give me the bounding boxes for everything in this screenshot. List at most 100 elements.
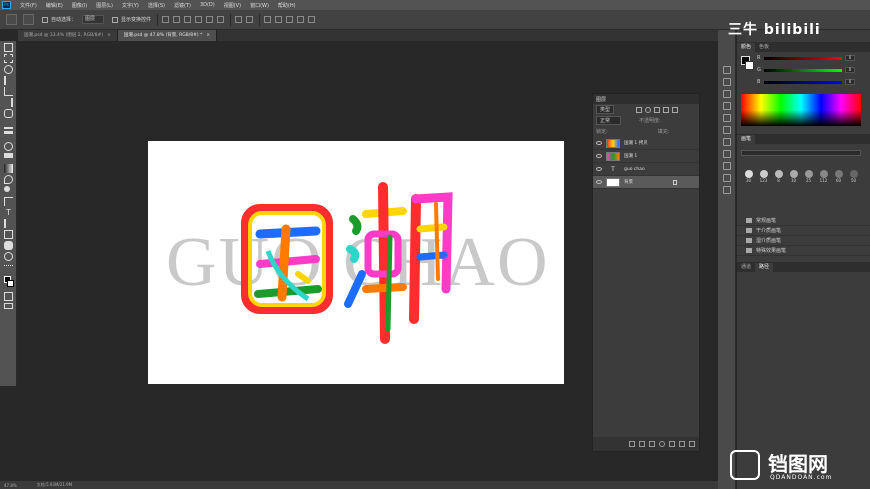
filter-type-dropdown[interactable]: 类型 [596, 105, 615, 114]
layer-row[interactable]: T guo chao [593, 163, 699, 176]
eye-icon[interactable] [596, 167, 602, 171]
brush-preset[interactable]: 30 [741, 170, 756, 190]
b-slider[interactable] [764, 81, 842, 84]
filter-smart-icon[interactable] [672, 106, 679, 113]
move-tool-icon[interactable] [4, 43, 13, 52]
tool-presets-icon[interactable] [723, 174, 731, 182]
color-spectrum[interactable] [741, 94, 861, 126]
r-slider[interactable] [764, 57, 842, 60]
menu-edit[interactable]: 编辑(E) [46, 2, 63, 9]
close-icon[interactable]: × [206, 33, 210, 38]
show-transform-checkbox[interactable] [112, 16, 119, 23]
tab-document-2[interactable]: 国潮.psd @ 47.8% (背景, RGB/8#) * × [117, 30, 218, 41]
hand-tool-icon[interactable] [4, 241, 13, 250]
shape-tool-icon[interactable] [4, 230, 13, 239]
fx-icon[interactable] [639, 441, 645, 447]
3d-slide-icon[interactable] [297, 16, 305, 23]
align-left-icon[interactable] [162, 16, 170, 23]
brush-folder[interactable]: 干介质画笔 [737, 226, 870, 236]
crop-tool-icon[interactable] [4, 87, 13, 96]
tab-brushes[interactable]: 画笔 [737, 135, 756, 144]
align-bottom-icon[interactable] [217, 16, 225, 23]
group-folder-icon[interactable] [669, 441, 675, 447]
brush-folder[interactable]: 特殊效果画笔 [737, 246, 870, 256]
align-center-icon[interactable] [173, 16, 181, 23]
eye-icon[interactable] [596, 154, 602, 158]
filter-type-icon[interactable] [654, 106, 661, 113]
menu-layer[interactable]: 图层(L) [96, 2, 113, 9]
eye-icon[interactable] [596, 180, 602, 184]
healing-brush-icon[interactable] [4, 109, 13, 118]
lasso-tool-icon[interactable] [4, 65, 13, 74]
eye-icon[interactable] [596, 141, 602, 145]
align-middle-icon[interactable] [206, 16, 214, 23]
tab-document-1[interactable]: 国潮.psd @ 33.4% (图层 2, RGB/8#) × [18, 30, 118, 41]
filter-shape-icon[interactable] [663, 106, 670, 113]
eraser-icon[interactable] [4, 153, 13, 162]
brush-folder[interactable]: 湿介质画笔 [737, 236, 870, 246]
clone-stamp-icon[interactable] [4, 131, 13, 140]
3d-roll-icon[interactable] [275, 16, 283, 23]
trash-icon[interactable] [689, 441, 695, 447]
move-tool-icon[interactable] [23, 14, 34, 25]
menu-3d[interactable]: 3D(D) [200, 2, 215, 8]
menu-view[interactable]: 视图(V) [224, 2, 241, 9]
document-canvas[interactable]: GUO CHAO [148, 141, 564, 384]
layer-row[interactable]: 国潮 1 拷贝 [593, 137, 699, 150]
menu-window[interactable]: 窗口(W) [250, 2, 269, 9]
gradient-icon[interactable] [4, 164, 13, 173]
blend-mode-dropdown[interactable]: 正常 [596, 116, 622, 125]
more-options-icon[interactable] [246, 16, 254, 23]
magic-wand-icon[interactable] [4, 76, 13, 85]
brush-preset[interactable]: 8 [771, 170, 786, 190]
menu-image[interactable]: 图像(I) [72, 2, 87, 9]
brush-preset[interactable]: 10 [786, 170, 801, 190]
character-icon[interactable] [723, 126, 731, 134]
brush-folder[interactable]: 常规画笔 [737, 216, 870, 226]
auto-select-dropdown[interactable]: 图层 [82, 15, 105, 24]
paragraph-icon[interactable] [723, 138, 731, 146]
align-right-icon[interactable] [184, 16, 192, 23]
pen-tool-icon[interactable] [4, 197, 13, 206]
menu-type[interactable]: 文字(Y) [122, 2, 139, 9]
menu-filter[interactable]: 滤镜(T) [174, 2, 191, 9]
more-tools-icon[interactable] [4, 265, 13, 274]
brush-preset[interactable]: 60 [831, 170, 846, 190]
adjustments-icon[interactable] [723, 114, 731, 122]
mask-icon[interactable] [649, 441, 655, 447]
close-icon[interactable]: × [107, 33, 111, 38]
history-icon[interactable] [723, 66, 731, 74]
new-layer-icon[interactable] [679, 441, 685, 447]
zoom-tool-icon[interactable] [4, 252, 13, 261]
background-swatch[interactable] [745, 61, 754, 70]
eyedropper-icon[interactable] [4, 98, 13, 107]
tab-paths[interactable]: 路径 [755, 263, 774, 272]
menu-file[interactable]: 文件(F) [20, 2, 37, 9]
quick-mask-icon[interactable] [4, 292, 13, 301]
info-icon[interactable] [723, 102, 731, 110]
tab-channels[interactable]: 通道 [737, 263, 755, 272]
marquee-tool-icon[interactable] [4, 54, 13, 63]
type-tool-icon[interactable]: T [4, 208, 13, 217]
brush-preset[interactable]: 25 [801, 170, 816, 190]
auto-select-checkbox[interactable] [42, 16, 48, 23]
history-brush-icon[interactable] [4, 142, 13, 151]
play-actions-icon[interactable] [723, 78, 731, 86]
brush-tool-icon[interactable] [4, 120, 13, 129]
b-value[interactable]: 0 [845, 79, 855, 85]
properties-icon[interactable] [723, 90, 731, 98]
home-icon[interactable] [6, 14, 17, 25]
adjustment-icon[interactable] [659, 441, 665, 447]
dodge-tool-icon[interactable] [4, 186, 13, 195]
zoom-level[interactable]: 47.8% [4, 483, 17, 488]
3d-scale-icon[interactable] [308, 16, 316, 23]
3d-orbit-icon[interactable] [264, 16, 272, 23]
path-select-icon[interactable] [4, 219, 13, 228]
tab-swatches[interactable]: 色板 [755, 43, 773, 52]
blur-tool-icon[interactable] [4, 175, 13, 184]
layers-panel-title[interactable]: 图层 [596, 96, 606, 103]
menu-help[interactable]: 帮助(H) [278, 2, 296, 9]
brush-size-slider[interactable] [741, 150, 861, 156]
filter-pixel-icon[interactable] [636, 106, 643, 113]
3d-panel-icon[interactable] [723, 186, 731, 194]
